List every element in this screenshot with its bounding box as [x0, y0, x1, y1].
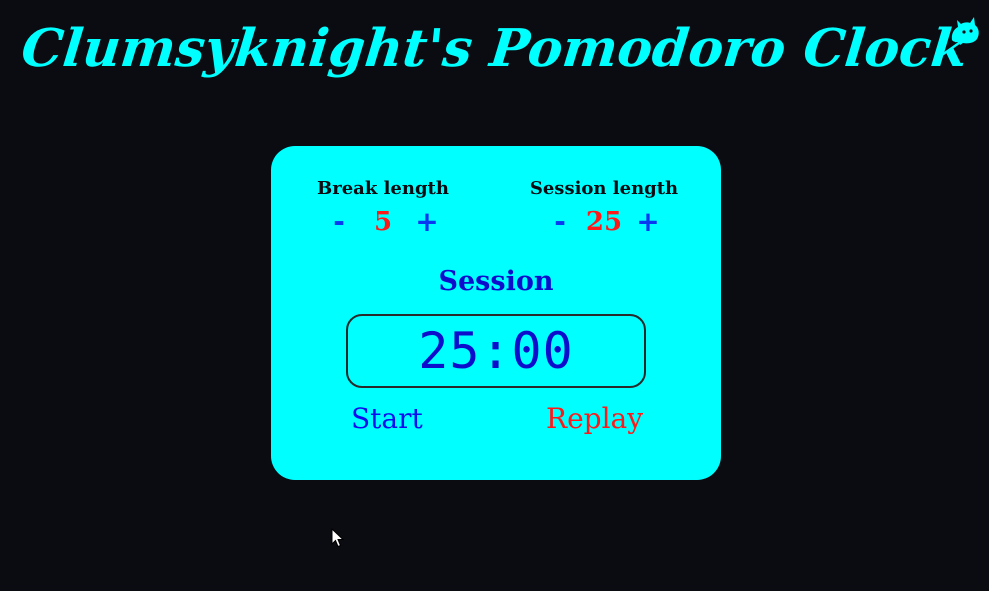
timer-display: 25:00 [346, 314, 646, 388]
break-increment-button[interactable]: + [405, 207, 449, 237]
session-length-label: Session length [529, 178, 679, 199]
cat-icon[interactable] [948, 12, 982, 46]
break-length-value: 5 [373, 207, 393, 237]
session-length-group: Session length - 25 + [514, 178, 694, 237]
mode-label: Session [438, 266, 554, 297]
start-button[interactable]: Start [351, 402, 423, 435]
replay-button[interactable]: Replay [546, 402, 643, 435]
timer-value: 25:00 [418, 322, 574, 380]
session-decrement-button[interactable]: - [538, 207, 582, 237]
session-length-value: 25 [585, 207, 623, 237]
break-length-label: Break length [317, 178, 449, 199]
break-length-controls: - 5 + [293, 207, 473, 238]
session-length-controls: - 25 + [514, 207, 694, 238]
pomodoro-panel: Break length - 5 + Session length - 25 +… [271, 146, 721, 480]
session-increment-button[interactable]: + [626, 207, 670, 237]
page-title: Clumsyknight's Pomodoro Clock [18, 18, 971, 79]
break-decrement-button[interactable]: - [317, 207, 361, 237]
break-length-group: Break length - 5 + [293, 178, 473, 237]
mouse-cursor-icon [331, 528, 345, 548]
